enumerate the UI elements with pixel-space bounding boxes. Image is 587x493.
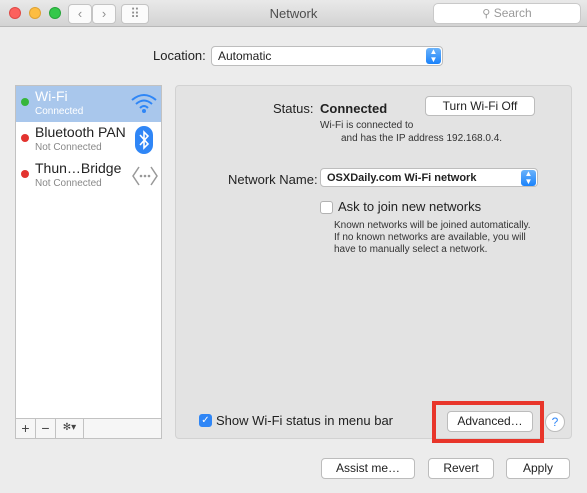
network-name-value: OSXDaily.com Wi-Fi network (327, 172, 477, 184)
location-value: Automatic (218, 49, 272, 63)
show-wifi-status-label: Show Wi-Fi status in menu bar (216, 413, 394, 428)
service-name: Thun…Bridge (35, 160, 122, 176)
title-bar: ‹ › ⠿ Network ⚲ Search (0, 0, 587, 27)
status-description-line2: and has the IP address 192.168.0.4. (341, 133, 503, 144)
show-wifi-status-checkbox[interactable]: ✓ (199, 414, 212, 427)
location-select[interactable]: Automatic ▲ ▼ (211, 46, 443, 66)
search-icon: ⚲ (482, 8, 491, 20)
remove-service-button[interactable]: − (36, 419, 56, 438)
service-status: Not Connected (35, 142, 102, 153)
status-dot-icon (21, 98, 29, 106)
turn-wifi-off-button[interactable]: Turn Wi-Fi Off (425, 96, 535, 116)
service-item-wifi[interactable]: Wi-Fi Connected (16, 86, 161, 122)
status-dot-icon (21, 134, 29, 142)
apply-button[interactable]: Apply (506, 458, 570, 479)
location-stepper-icon: ▲ ▼ (426, 48, 441, 64)
network-stepper-icon: ▲ ▼ (521, 170, 536, 186)
ask-join-label: Ask to join new networks (338, 199, 482, 214)
service-list: Wi-Fi Connected Bluetooth PAN Not Connec… (15, 85, 162, 439)
service-item-thunderbolt-bridge[interactable]: Thun…Bridge Not Connected (16, 158, 161, 194)
gear-action-button[interactable]: ✻▾ (56, 419, 84, 438)
service-list-controls: + − ✻▾ (16, 418, 161, 438)
ask-join-description-line1: Known networks will be joined automatica… (334, 220, 531, 231)
wifi-icon (131, 94, 157, 113)
thunderbolt-bridge-icon (132, 166, 158, 186)
ask-join-checkbox[interactable] (320, 201, 333, 214)
service-item-bluetooth-pan[interactable]: Bluetooth PAN Not Connected (16, 122, 161, 158)
service-name: Bluetooth PAN (35, 124, 126, 140)
ask-join-description-line2: If no known networks are available, you … (334, 232, 526, 243)
status-dot-icon (21, 170, 29, 178)
advanced-button[interactable]: Advanced… (447, 411, 533, 432)
search-field[interactable]: ⚲ Search (433, 3, 581, 24)
ask-join-description-line3: have to manually select a network. (334, 244, 488, 255)
add-service-button[interactable]: + (16, 419, 36, 438)
network-name-select[interactable]: OSXDaily.com Wi-Fi network ▲ ▼ (320, 168, 538, 187)
bluetooth-icon (135, 126, 153, 154)
service-name: Wi-Fi (35, 88, 68, 104)
assist-me-button[interactable]: Assist me… (321, 458, 415, 479)
service-status: Connected (35, 106, 84, 117)
help-button[interactable]: ? (545, 412, 565, 432)
status-value: Connected (320, 101, 388, 116)
revert-button[interactable]: Revert (428, 458, 494, 479)
service-status: Not Connected (35, 178, 102, 189)
location-label: Location: (153, 48, 206, 63)
search-placeholder: Search (493, 6, 532, 20)
status-label: Status: (273, 101, 314, 116)
network-name-label: Network Name: (228, 172, 318, 187)
status-description-line1: Wi-Fi is connected to (320, 120, 414, 131)
